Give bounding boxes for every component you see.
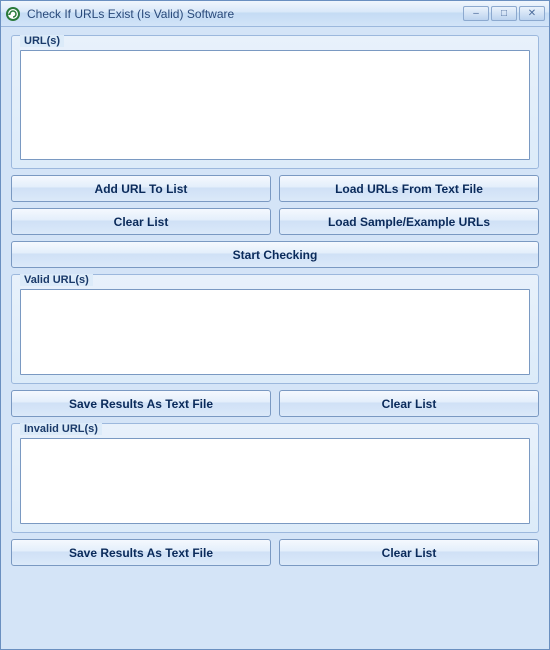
valid-groupbox: Valid URL(s) [11,274,539,384]
invalid-listbox[interactable] [20,438,530,524]
clear-invalid-list-button[interactable]: Clear List [279,539,539,566]
invalid-groupbox: Invalid URL(s) [11,423,539,533]
valid-buttons-row: Save Results As Text File Clear List [11,390,539,417]
url-buttons-row2: Clear List Load Sample/Example URLs [11,208,539,235]
url-groupbox: URL(s) [11,35,539,169]
clear-url-list-button[interactable]: Clear List [11,208,271,235]
clear-valid-list-button[interactable]: Clear List [279,390,539,417]
maximize-icon: □ [501,8,507,19]
save-valid-results-button[interactable]: Save Results As Text File [11,390,271,417]
titlebar: Check If URLs Exist (Is Valid) Software … [1,1,549,27]
url-listbox[interactable] [20,50,530,160]
load-sample-urls-button[interactable]: Load Sample/Example URLs [279,208,539,235]
client-area: URL(s) Add URL To List Load URLs From Te… [1,27,549,649]
minimize-icon: – [473,8,479,19]
close-button[interactable]: ✕ [519,6,545,21]
window-title: Check If URLs Exist (Is Valid) Software [27,7,463,21]
add-url-button[interactable]: Add URL To List [11,175,271,202]
close-icon: ✕ [528,8,536,19]
valid-listbox[interactable] [20,289,530,375]
maximize-button[interactable]: □ [491,6,517,21]
load-urls-from-file-button[interactable]: Load URLs From Text File [279,175,539,202]
app-icon [5,6,21,22]
save-invalid-results-button[interactable]: Save Results As Text File [11,539,271,566]
url-buttons-row1: Add URL To List Load URLs From Text File [11,175,539,202]
url-legend: URL(s) [20,35,64,47]
valid-legend: Valid URL(s) [20,274,93,286]
invalid-buttons-row: Save Results As Text File Clear List [11,539,539,566]
window-controls: – □ ✕ [463,6,545,21]
start-row: Start Checking [11,241,539,268]
app-window: Check If URLs Exist (Is Valid) Software … [0,0,550,650]
start-checking-button[interactable]: Start Checking [11,241,539,268]
invalid-legend: Invalid URL(s) [20,423,102,435]
minimize-button[interactable]: – [463,6,489,21]
